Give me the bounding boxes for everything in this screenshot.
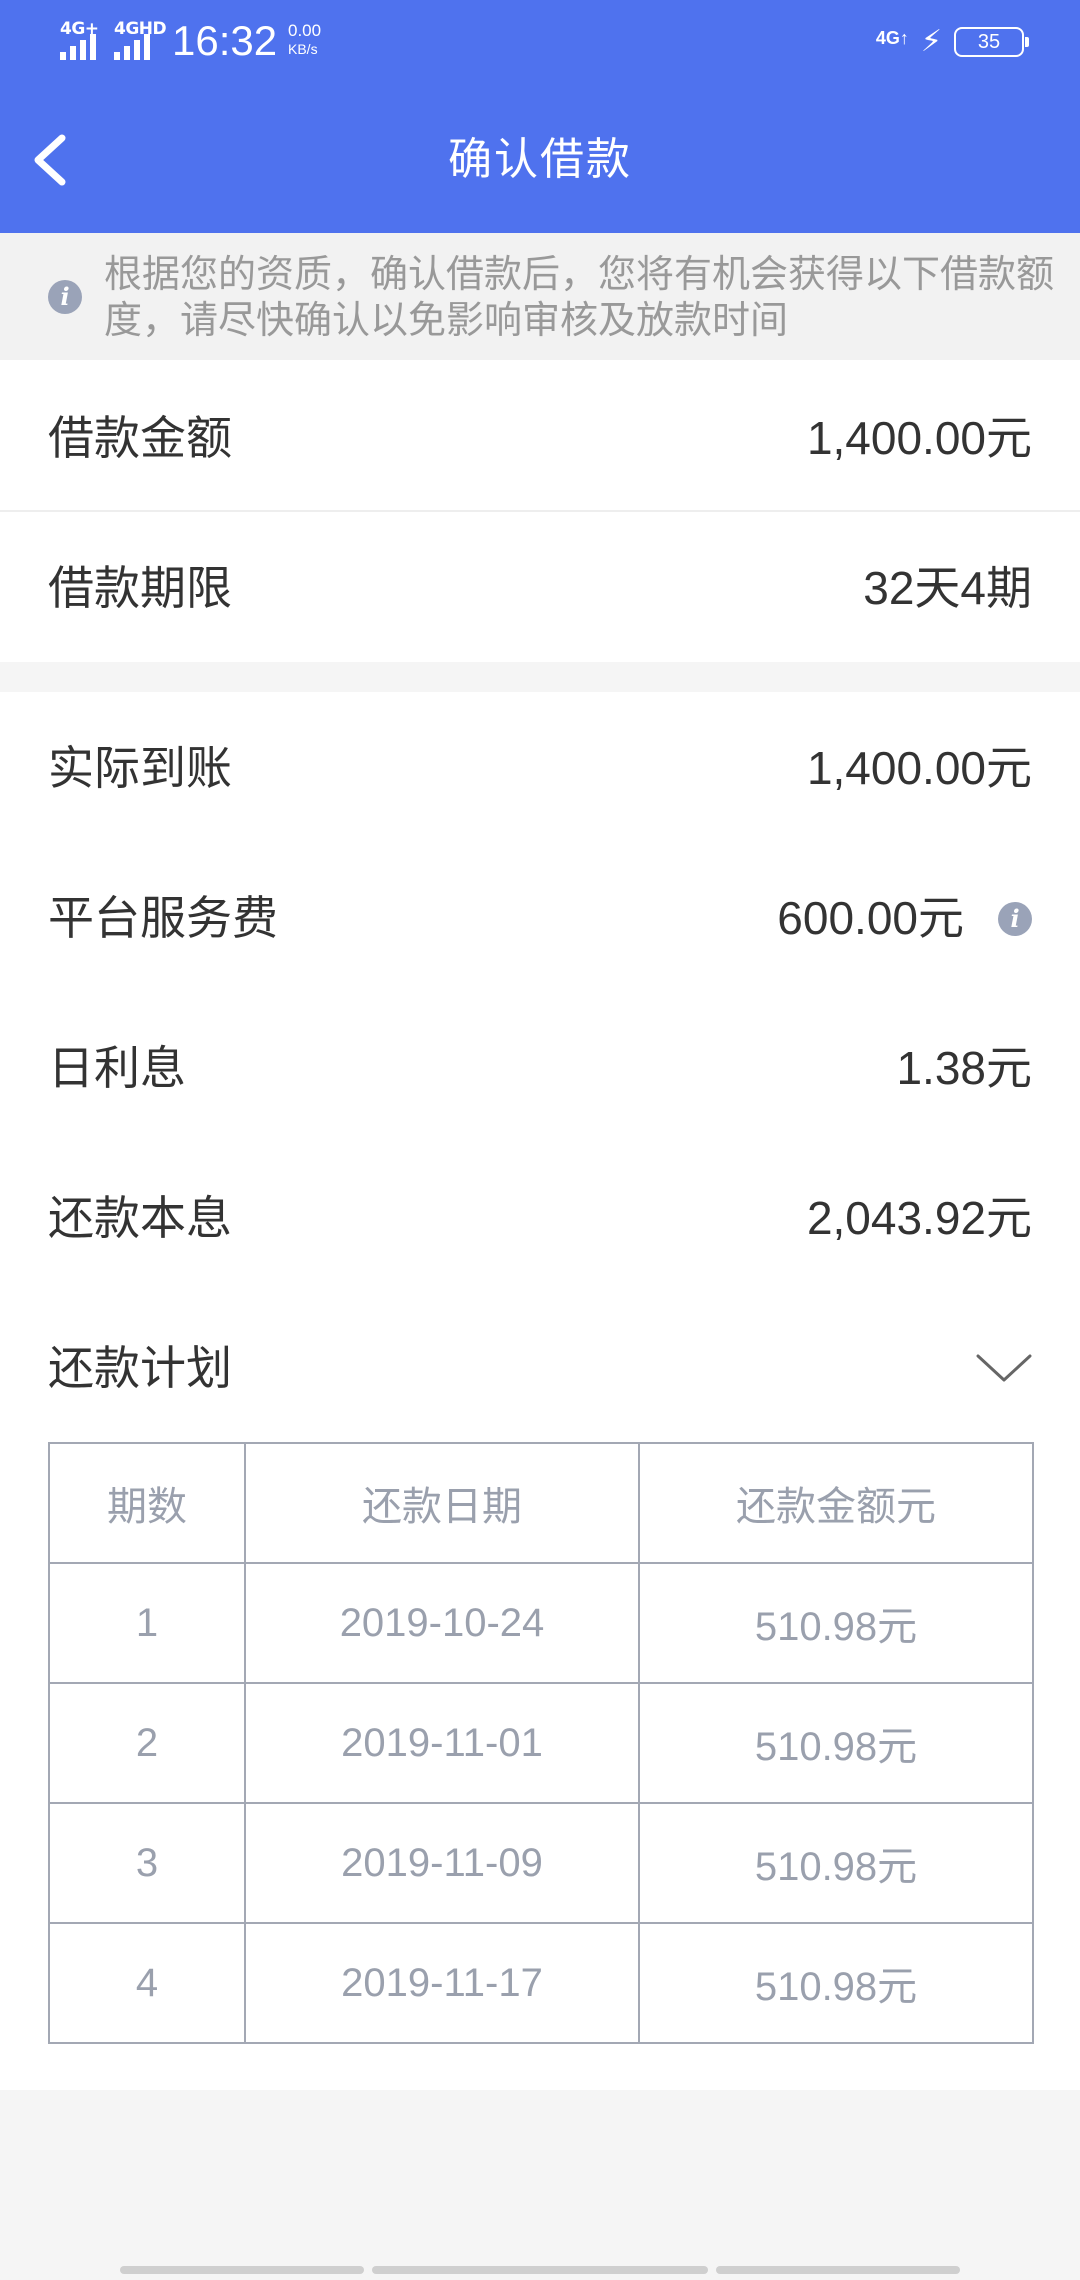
daily-interest-label: 日利息 [48, 1041, 186, 1095]
total-repay-row: 还款本息 2,043.92元 [0, 1178, 1080, 1258]
header-date: 还款日期 [244, 1442, 640, 1564]
fee-value: 600.00元 [777, 892, 964, 944]
network-type: 4G↑ [875, 28, 909, 48]
cell-date: 2019-11-09 [244, 1802, 640, 1924]
fee-info-icon[interactable]: i [998, 902, 1032, 936]
loan-amount-row: 借款金额 1,400.00元 [0, 398, 1080, 478]
cell-period: 1 [48, 1562, 246, 1684]
speed-unit: KB/s [288, 41, 318, 57]
signal-icon: 4G+ [60, 20, 106, 60]
received-row: 实际到账 1,400.00元 [0, 728, 1080, 808]
cell-period: 3 [48, 1802, 246, 1924]
loan-term-row: 借款期限 32天4期 [0, 548, 1080, 628]
loan-term-value: 32天4期 [863, 562, 1032, 614]
cell-date: 2019-10-24 [244, 1562, 640, 1684]
status-bar: 4G+ 4GHD 16:32 0.00 KB/s 4G↑ ⚡ 35 [0, 0, 1080, 84]
cell-period: 4 [48, 1922, 246, 2044]
cell-date: 2019-11-17 [244, 1922, 640, 2044]
received-label: 实际到账 [48, 741, 232, 795]
repay-plan-label: 还款计划 [48, 1341, 232, 1395]
cell-amount: 510.98元 [638, 1802, 1034, 1924]
status-time: 16:32 [172, 17, 278, 64]
chevron-down-icon [976, 1354, 1032, 1382]
notice-banner: i 根据您的资质，确认借款后，您将有机会获得以下借款额度，请尽快确认以免影响审核… [0, 233, 1080, 360]
fee-row: 平台服务费 600.00元 i [0, 878, 1080, 958]
page-title: 确认借款 [448, 134, 632, 185]
divider [0, 510, 1080, 512]
cell-amount: 510.98元 [638, 1682, 1034, 1804]
table-header-row: 期数 还款日期 还款金额元 [48, 1442, 1034, 1564]
total-repay-label: 还款本息 [48, 1191, 232, 1245]
loan-amount-value: 1,400.00元 [806, 412, 1032, 464]
bottom-bar [0, 2266, 1080, 2280]
info-icon: i [48, 280, 82, 314]
received-value: 1,400.00元 [806, 742, 1032, 794]
cell-amount: 510.98元 [638, 1922, 1034, 2044]
cell-period: 2 [48, 1682, 246, 1804]
network-speed: 0.00 KB/s [288, 22, 321, 58]
repay-plan-toggle[interactable]: 还款计划 [0, 1328, 1080, 1408]
daily-interest-row: 日利息 1.38元 [0, 1028, 1080, 1108]
repay-plan-table: 期数 还款日期 还款金额元 1 2019-10-24 510.98元 2 201… [48, 1442, 1034, 2044]
signal-icon: 4GHD [114, 20, 167, 60]
app-header: 4G+ 4GHD 16:32 0.00 KB/s 4G↑ ⚡ 35 确认借款 [0, 0, 1080, 233]
cell-amount: 510.98元 [638, 1562, 1034, 1684]
loan-details-card: 实际到账 1,400.00元 平台服务费 600.00元 i 日利息 1.38元… [0, 692, 1080, 2090]
total-repay-value: 2,043.92元 [806, 1192, 1032, 1244]
table-row: 3 2019-11-09 510.98元 [48, 1802, 1034, 1924]
speed-value: 0.00 [288, 21, 322, 40]
notice-text: 根据您的资质，确认借款后，您将有机会获得以下借款额度，请尽快确认以免影响审核及放… [104, 252, 1055, 342]
fee-label: 平台服务费 [48, 891, 278, 945]
table-row: 4 2019-11-17 510.98元 [48, 1922, 1034, 2044]
status-right: 4G↑ ⚡ 35 [875, 22, 1029, 62]
table-row: 1 2019-10-24 510.98元 [48, 1562, 1034, 1684]
loan-amount-label: 借款金额 [48, 411, 232, 465]
table-row: 2 2019-11-01 510.98元 [48, 1682, 1034, 1804]
battery-icon: 35 [954, 27, 1029, 57]
loan-summary-card: 借款金额 1,400.00元 借款期限 32天4期 [0, 360, 1080, 662]
daily-interest-value: 1.38元 [896, 1042, 1032, 1094]
cell-date: 2019-11-01 [244, 1682, 640, 1804]
loan-term-label: 借款期限 [48, 561, 232, 615]
charging-icon: ⚡ [920, 24, 942, 59]
header-amount: 还款金额元 [638, 1442, 1034, 1564]
battery-level: 35 [977, 30, 1001, 53]
nav-bar: 确认借款 [0, 110, 1080, 210]
header-period: 期数 [48, 1442, 246, 1564]
